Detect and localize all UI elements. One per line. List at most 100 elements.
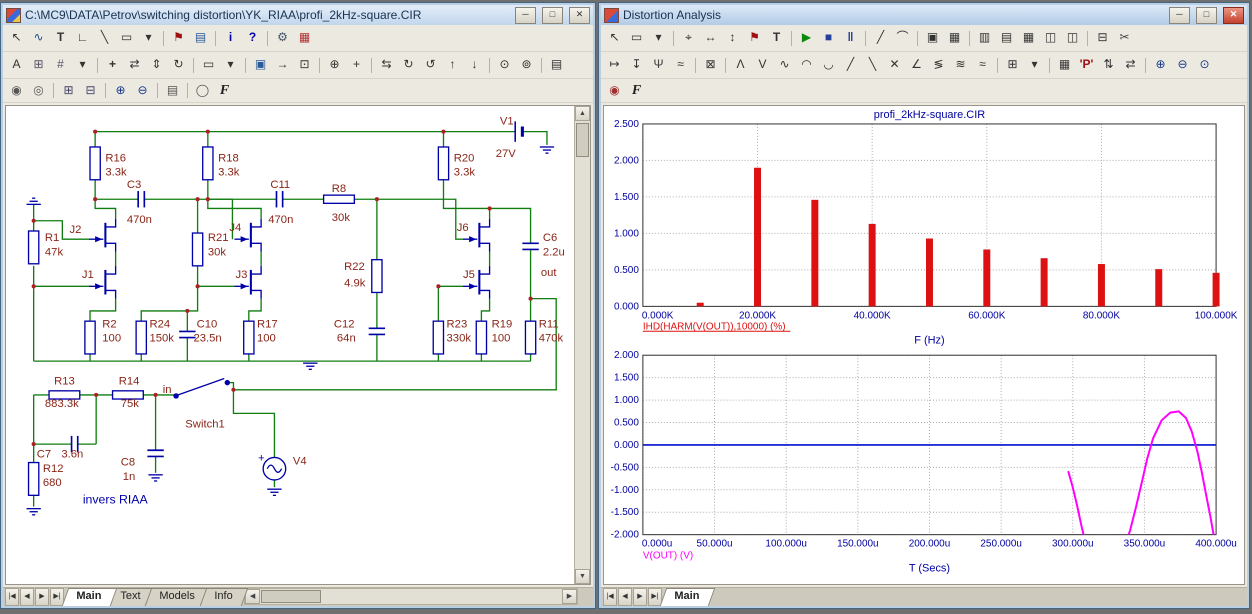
prev-tab-button[interactable]: ◀: [20, 588, 34, 606]
vertical-scroll-thumb[interactable]: [576, 123, 589, 157]
text-tool-button[interactable]: T: [50, 28, 71, 48]
wire[interactable]: [233, 390, 274, 458]
component-V1[interactable]: [515, 121, 522, 141]
component-J2[interactable]: [89, 219, 116, 252]
fall-button[interactable]: ╲: [862, 55, 883, 75]
symbol-gnd[interactable]: [267, 489, 281, 495]
two-pane-button[interactable]: ◫: [1040, 28, 1061, 48]
line-series-label[interactable]: V(OUT) (V): [643, 551, 693, 562]
stop-circle-button[interactable]: ◎: [28, 81, 49, 101]
symbol-gnd[interactable]: [303, 363, 317, 369]
schematic-canvas[interactable]: V127VR163.3kC3470nR183.3kC11470nR830kR20…: [6, 106, 590, 584]
minimize-button[interactable]: ─: [1169, 7, 1190, 24]
component-R12[interactable]: [29, 463, 39, 496]
next-tab-button[interactable]: ▶: [633, 588, 647, 606]
slope-button[interactable]: ∠: [906, 55, 927, 75]
rotate-ccw-button[interactable]: ↺: [420, 55, 441, 75]
box-select-button[interactable]: ▭: [198, 55, 219, 75]
grid-plot-button[interactable]: ▦: [944, 28, 965, 48]
overlay-button[interactable]: ◫: [1062, 28, 1083, 48]
first-tab-button[interactable]: |◀: [5, 588, 19, 606]
flip-horizontal-button[interactable]: ⇄: [124, 55, 145, 75]
scroll-up-button[interactable]: ▲: [575, 106, 590, 121]
close-button[interactable]: ✕: [569, 7, 590, 24]
component-R18[interactable]: [203, 147, 213, 180]
horizontal-plots-button[interactable]: ▤: [996, 28, 1017, 48]
bottom-button[interactable]: ◡: [818, 55, 839, 75]
go-to-x-button[interactable]: ↦: [604, 55, 625, 75]
tag-button[interactable]: ⚑: [744, 28, 765, 48]
component-R20[interactable]: [438, 147, 448, 180]
go-to-button[interactable]: →: [272, 55, 293, 75]
first-tab-button[interactable]: |◀: [603, 588, 617, 606]
notes-dropdown[interactable]: ▾: [1024, 55, 1045, 75]
next-tab-button[interactable]: ▶: [35, 588, 49, 606]
options-circle-button[interactable]: ◉: [604, 81, 625, 101]
component-R1[interactable]: [29, 231, 39, 264]
ortho-line-tool-button[interactable]: ∟: [72, 28, 93, 48]
shape-tools-dropdown[interactable]: ▾: [138, 28, 159, 48]
symbol-gnd[interactable]: [540, 147, 554, 153]
analysis-plot-area[interactable]: profi_2kHz-square.CIR2.5002.0001.5001.00…: [604, 106, 1244, 576]
tab-info[interactable]: Info: [199, 588, 248, 606]
harmonic-bar[interactable]: [1098, 264, 1105, 306]
bar-series-label[interactable]: IHD(HARM(V(OUT)),10000) (%): [643, 321, 786, 332]
component-C3[interactable]: [138, 191, 144, 207]
zoom-fit-button[interactable]: ⊙: [1194, 55, 1215, 75]
component-R11[interactable]: [525, 321, 535, 354]
text-attributes-button[interactable]: A: [6, 55, 27, 75]
inflection-button[interactable]: ≶: [928, 55, 949, 75]
data-points-button[interactable]: ▦: [1054, 55, 1075, 75]
scroll-down-button[interactable]: ▼: [575, 569, 590, 584]
harmonic-bar[interactable]: [983, 249, 990, 306]
zoom-in-button[interactable]: ⊕: [110, 81, 131, 101]
info-page-button[interactable]: ▤: [546, 55, 567, 75]
zoom-out-button[interactable]: ⊖: [132, 81, 153, 101]
horizontal-scrollbar[interactable]: ◀▶: [244, 588, 578, 605]
tab-main[interactable]: Main: [660, 588, 716, 606]
minimize-button[interactable]: ─: [515, 7, 536, 24]
add-part-button[interactable]: +: [102, 55, 123, 75]
go-to-y-button[interactable]: ↧: [626, 55, 647, 75]
vertical-plots-button[interactable]: ▦: [1018, 28, 1039, 48]
component-R24[interactable]: [136, 321, 146, 354]
copy-to-clipboard-button[interactable]: ⊞: [58, 81, 79, 101]
component-Switch1[interactable]: [174, 379, 229, 398]
text-tool-button[interactable]: T: [766, 28, 787, 48]
cross-button[interactable]: ✕: [884, 55, 905, 75]
scroll-right-button[interactable]: ▶: [562, 589, 577, 604]
smooth-button[interactable]: ≈: [670, 55, 691, 75]
copy-page-button[interactable]: ⊟: [80, 81, 101, 101]
display-dropdown[interactable]: ▾: [72, 55, 93, 75]
slide-button[interactable]: ▤: [162, 81, 183, 101]
components-button[interactable]: ▭: [626, 28, 647, 48]
split-view-button[interactable]: ⊟: [1092, 28, 1113, 48]
pause-button[interactable]: ‖: [840, 28, 861, 48]
wire[interactable]: [522, 132, 547, 145]
swap-xy-button[interactable]: ⇅: [1098, 55, 1119, 75]
envelope-button[interactable]: ≋: [950, 55, 971, 75]
harmonic-bar[interactable]: [1155, 269, 1162, 306]
font-button[interactable]: F: [626, 81, 647, 101]
wire-tool-button[interactable]: ∿: [28, 28, 49, 48]
prev-tab-button[interactable]: ◀: [618, 588, 632, 606]
harmonic-bar[interactable]: [754, 168, 761, 307]
run-button[interactable]: ▶: [796, 28, 817, 48]
harmonic-bar[interactable]: [1041, 258, 1048, 306]
component-R2[interactable]: [85, 321, 95, 354]
trim-button[interactable]: ✂: [1114, 28, 1135, 48]
harmonic-bar[interactable]: [869, 224, 876, 306]
zoom-area-button[interactable]: ⊡: [294, 55, 315, 75]
mode-circle-button[interactable]: ◯: [192, 81, 213, 101]
horizontal-scroll-thumb[interactable]: [261, 590, 321, 603]
grid-dropdown[interactable]: ▾: [220, 55, 241, 75]
symbol-gnd_up[interactable]: [26, 198, 40, 204]
help-mode-button[interactable]: ?: [242, 28, 263, 48]
line-tool-button[interactable]: ╱: [870, 28, 891, 48]
rotate-button[interactable]: ↻: [168, 55, 189, 75]
shape-tools-button[interactable]: ▭: [116, 28, 137, 48]
harmonic-bar[interactable]: [926, 239, 933, 307]
crosshair-button[interactable]: +: [346, 55, 367, 75]
rotate-cw-button[interactable]: ↻: [398, 55, 419, 75]
negate-button[interactable]: ⊠: [700, 55, 721, 75]
